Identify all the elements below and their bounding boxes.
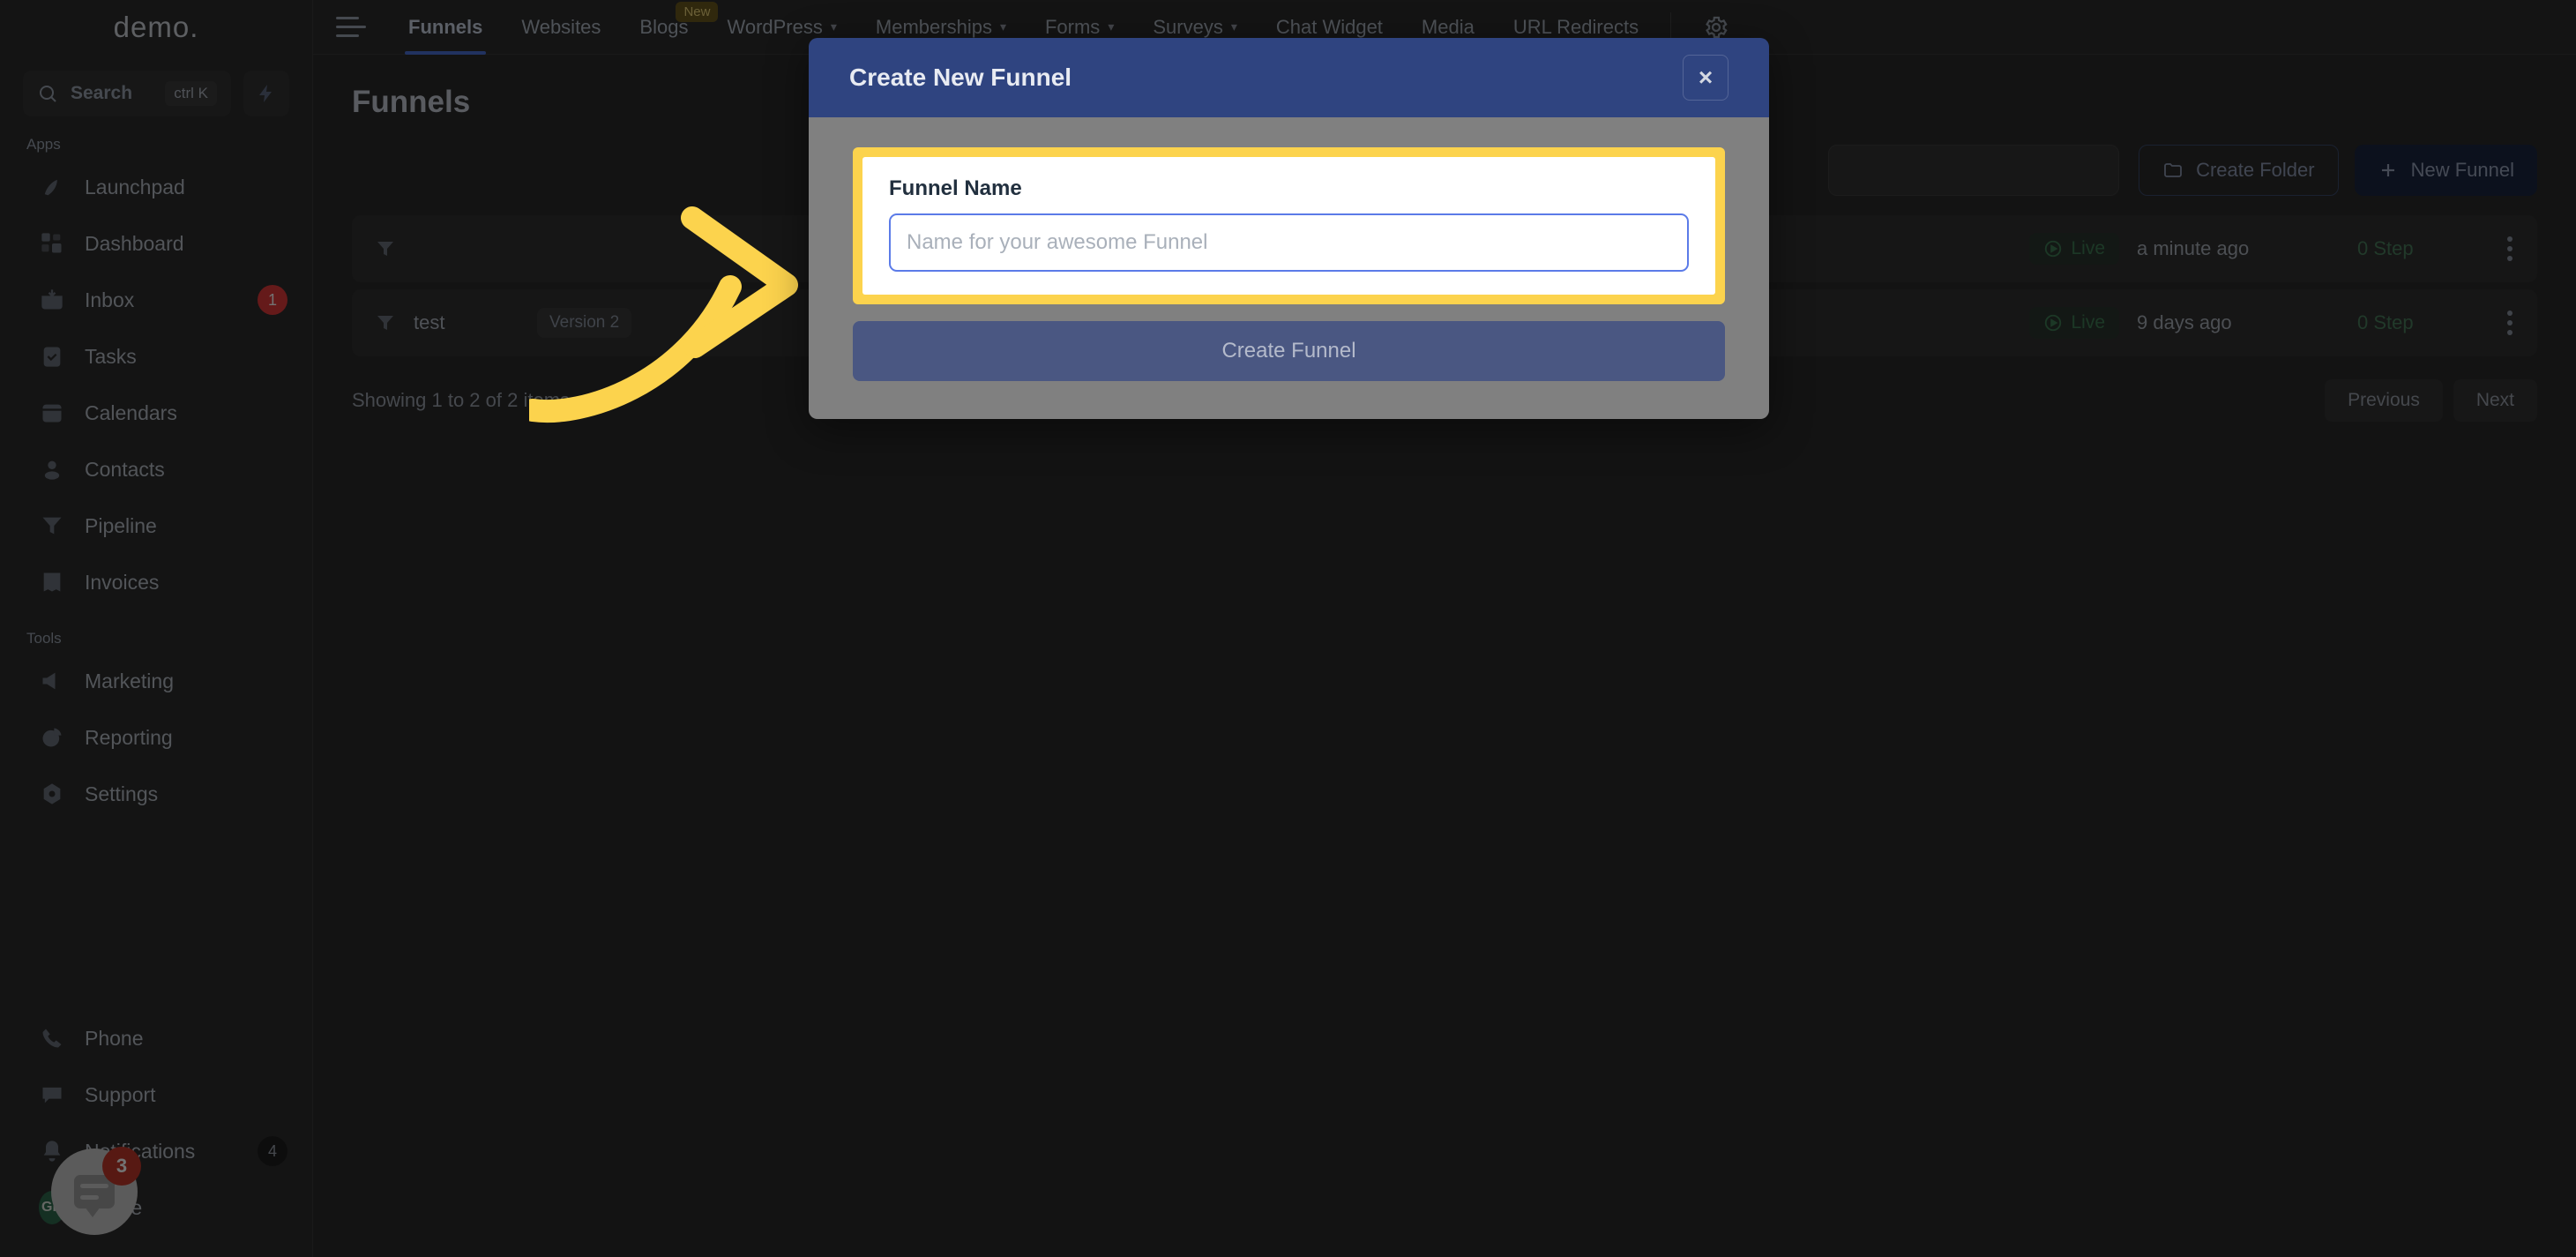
create-funnel-submit-button[interactable]: Create Funnel [853,321,1725,381]
modal-body: Funnel Name Create Funnel [809,117,1769,419]
create-funnel-modal: Create New Funnel × Funnel Name Create F… [809,38,1769,419]
funnel-name-input[interactable] [889,213,1689,272]
modal-title: Create New Funnel [849,64,1072,91]
modal-header: Create New Funnel × [809,38,1769,117]
funnel-name-label: Funnel Name [889,176,1022,200]
close-icon[interactable]: × [1683,55,1729,101]
funnel-name-field-group: Funnel Name [862,157,1715,295]
field-highlight: Funnel Name [853,147,1725,304]
